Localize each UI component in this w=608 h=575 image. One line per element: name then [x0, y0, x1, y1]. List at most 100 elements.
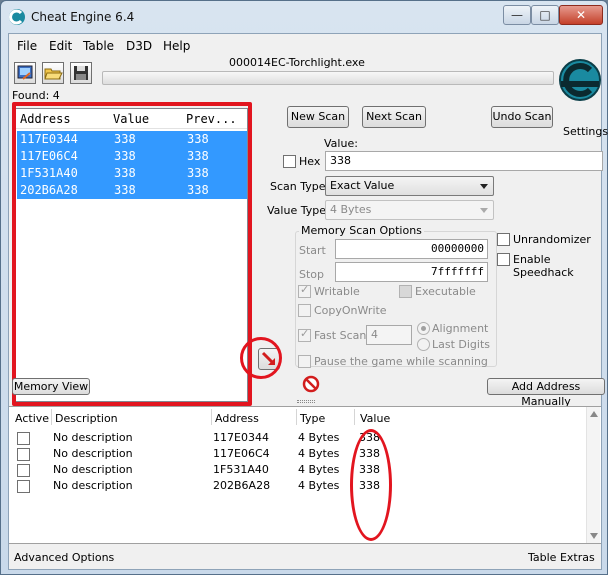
scroll-down-icon[interactable]: [590, 533, 598, 539]
copy-on-write-label: CopyOnWrite: [314, 304, 387, 317]
table-row[interactable]: No description 117E06C4 4 Bytes 338: [9, 446, 601, 462]
table-row[interactable]: No description 1F531A40 4 Bytes 338: [9, 462, 601, 478]
advanced-options-button[interactable]: Advanced Options: [14, 551, 114, 564]
save-icon: [74, 66, 88, 80]
speedhack-label: Enable Speedhack: [513, 253, 574, 279]
stop-address-input[interactable]: 7fffffff: [335, 262, 488, 282]
found-count: Found: 4: [12, 89, 60, 102]
annotation-ellipse: [350, 429, 392, 541]
scroll-up-icon[interactable]: [590, 411, 598, 417]
title-bar[interactable]: Cheat Engine 6.4 — □ ✕: [1, 1, 607, 33]
stop-icon: [302, 375, 320, 393]
main-window: Cheat Engine 6.4 — □ ✕ File Edit Table D…: [0, 0, 608, 575]
scan-type-value: Exact Value: [330, 179, 395, 192]
minimize-button[interactable]: —: [503, 5, 531, 25]
active-checkbox[interactable]: [17, 448, 30, 461]
close-button[interactable]: ✕: [559, 5, 603, 25]
maximize-button[interactable]: □: [531, 5, 559, 25]
active-checkbox[interactable]: [17, 464, 30, 477]
table-row[interactable]: No description 117E0344 4 Bytes 338: [9, 430, 601, 446]
row-address: 117E06C4: [213, 447, 270, 460]
active-checkbox[interactable]: [17, 432, 30, 445]
table-row[interactable]: No description 202B6A28 4 Bytes 338: [9, 478, 601, 494]
writable-label: Writable: [314, 285, 360, 298]
cheat-engine-icon: [9, 9, 25, 25]
stop-label: Stop: [299, 268, 325, 281]
row-description: No description: [53, 463, 133, 476]
menu-edit[interactable]: Edit: [49, 39, 72, 53]
address-table[interactable]: Active Description Address Type Value No…: [9, 406, 601, 544]
table-header-address[interactable]: Address: [215, 412, 259, 425]
column-separator: [354, 409, 355, 425]
row-address: 117E0344: [213, 431, 269, 444]
open-file-button[interactable]: [42, 62, 64, 84]
undo-scan-button[interactable]: Undo Scan: [491, 106, 553, 128]
table-header-type[interactable]: Type: [300, 412, 325, 425]
table-extras-button[interactable]: Table Extras: [528, 551, 595, 564]
scan-type-select[interactable]: Exact Value: [325, 176, 494, 196]
alignment-radio[interactable]: [417, 322, 430, 335]
splitter-handle[interactable]: [297, 400, 315, 403]
scan-type-label: Scan Type: [270, 180, 326, 193]
start-address-input[interactable]: 00000000: [335, 239, 488, 259]
save-button[interactable]: [70, 62, 92, 84]
executable-checkbox[interactable]: [399, 285, 412, 298]
process-title: 000014EC-Torchlight.exe: [229, 56, 365, 69]
unrandomizer-checkbox[interactable]: [497, 233, 510, 246]
writable-checkbox[interactable]: [298, 283, 311, 298]
open-process-button[interactable]: [14, 62, 36, 84]
window-title: Cheat Engine 6.4: [31, 10, 135, 24]
value-type-label: Value Type: [267, 204, 326, 217]
menu-help[interactable]: Help: [163, 39, 190, 53]
add-address-manually-button[interactable]: Add Address Manually: [487, 378, 605, 408]
table-header-description[interactable]: Description: [55, 412, 118, 425]
open-process-icon: [17, 65, 33, 80]
row-type: 4 Bytes: [298, 431, 340, 444]
menu-table[interactable]: Table: [83, 39, 114, 53]
fast-scan-label: Fast Scan: [314, 329, 367, 342]
hex-label: Hex: [299, 155, 321, 168]
executable-label: Executable: [415, 285, 476, 298]
table-header-active[interactable]: Active: [15, 412, 49, 425]
row-address: 202B6A28: [213, 479, 271, 492]
value-input[interactable]: 338: [325, 151, 603, 171]
status-bar: Advanced Options Table Extras: [9, 547, 601, 569]
value-type-select[interactable]: 4 Bytes: [325, 200, 494, 220]
memory-view-button[interactable]: Memory View: [12, 378, 90, 395]
copy-on-write-checkbox[interactable]: [298, 304, 311, 317]
row-type: 4 Bytes: [298, 479, 340, 492]
alignment-label: Alignment: [432, 322, 489, 335]
open-file-icon: [44, 68, 63, 80]
chevron-down-icon: [480, 208, 488, 213]
last-digits-radio[interactable]: [417, 338, 430, 351]
table-header-value[interactable]: Value: [360, 412, 390, 425]
active-checkbox[interactable]: [17, 480, 30, 493]
clear-list-button[interactable]: [302, 375, 320, 393]
memory-scan-options-title: Memory Scan Options: [299, 224, 424, 237]
chevron-down-icon: [480, 184, 488, 189]
start-label: Start: [299, 244, 326, 257]
hex-checkbox[interactable]: [283, 155, 296, 168]
settings-label[interactable]: Settings: [563, 125, 608, 138]
menu-d3d[interactable]: D3D: [126, 39, 152, 53]
row-description: No description: [53, 447, 133, 460]
menu-file[interactable]: File: [17, 39, 37, 53]
next-scan-button[interactable]: Next Scan: [362, 106, 426, 128]
row-description: No description: [53, 479, 133, 492]
last-digits-label: Last Digits: [432, 338, 491, 351]
vertical-scrollbar[interactable]: [586, 407, 600, 543]
new-scan-button[interactable]: New Scan: [287, 106, 349, 128]
column-separator: [296, 409, 297, 425]
row-description: No description: [53, 431, 133, 444]
speedhack-checkbox[interactable]: [497, 253, 510, 266]
annotation-circle: [240, 337, 282, 379]
pause-game-checkbox[interactable]: [298, 355, 311, 368]
cheat-engine-logo-icon[interactable]: [557, 57, 603, 103]
column-separator: [51, 409, 52, 425]
annotation-rectangle: [12, 102, 252, 406]
fast-scan-input[interactable]: 4: [366, 325, 412, 345]
fast-scan-checkbox[interactable]: [298, 327, 311, 342]
row-address: 1F531A40: [213, 463, 269, 476]
row-type: 4 Bytes: [298, 463, 340, 476]
menu-bar: File Edit Table D3D Help: [9, 36, 601, 56]
